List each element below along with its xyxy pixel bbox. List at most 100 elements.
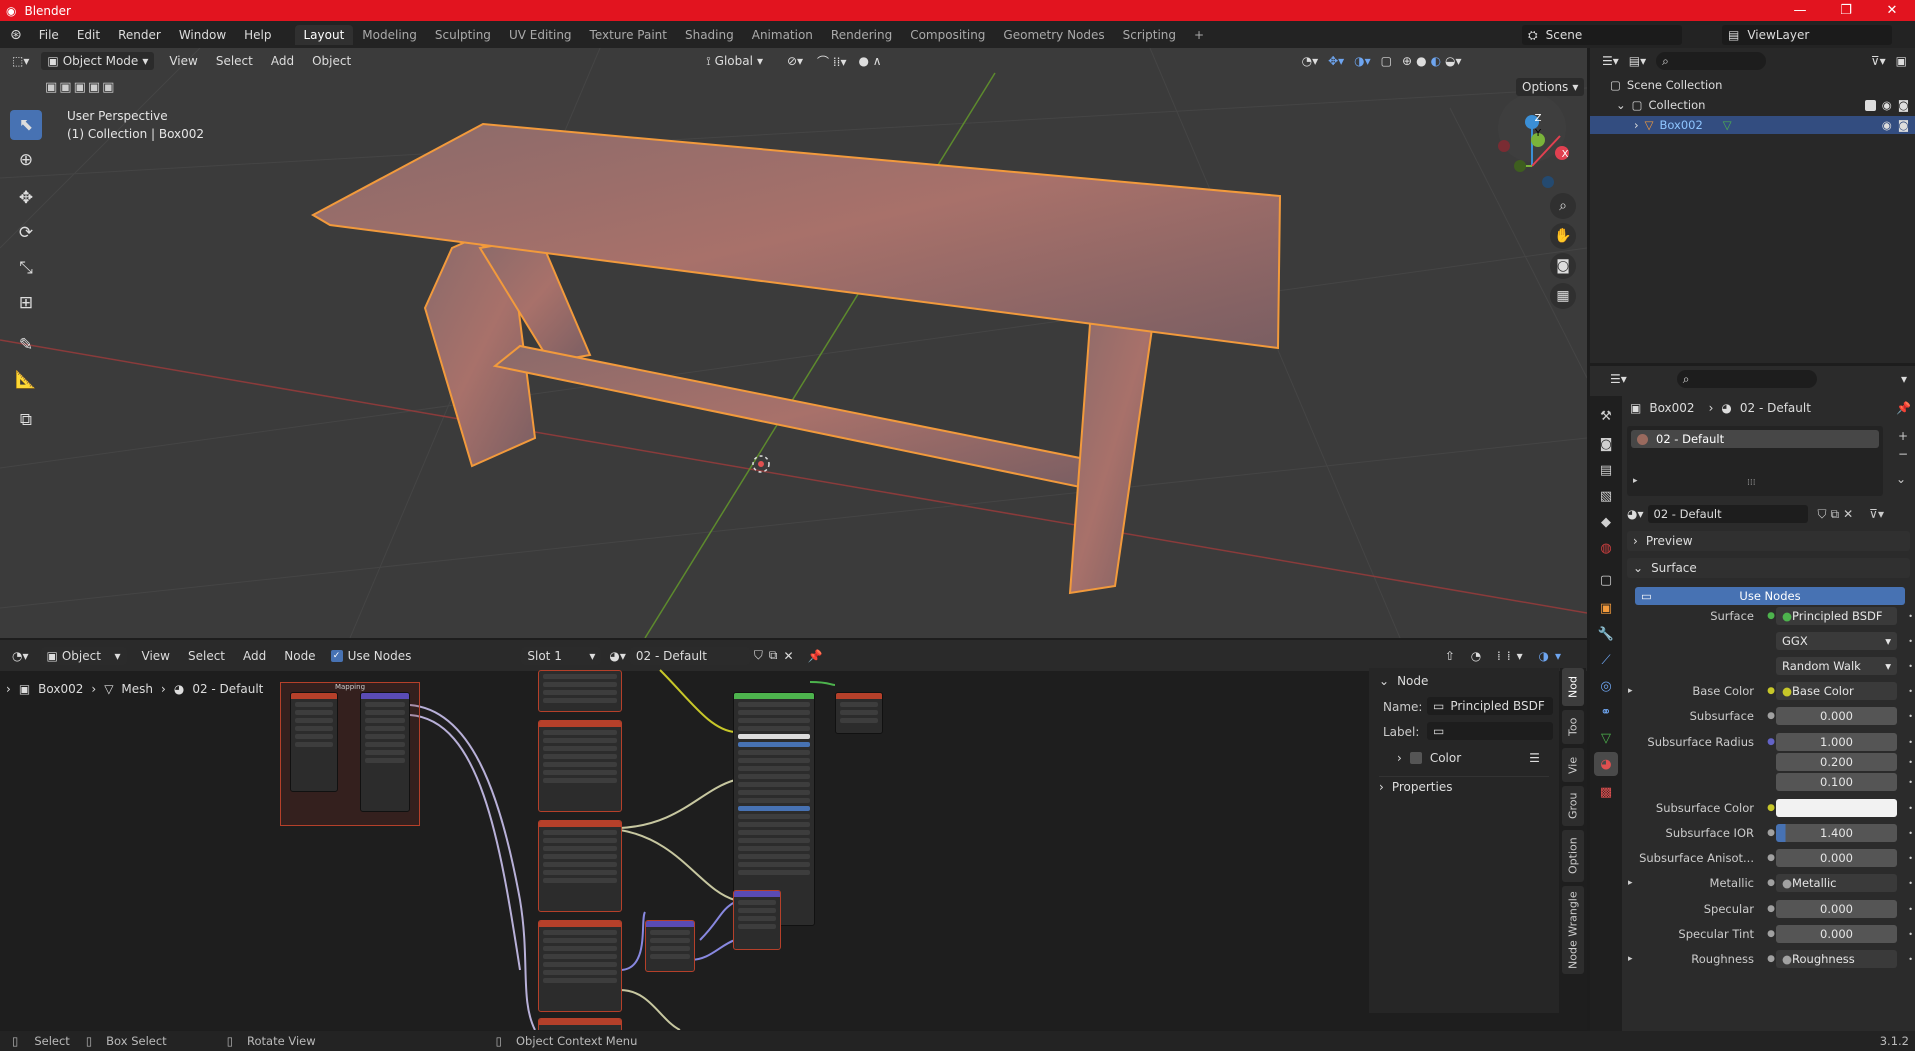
mesh-data-tab-icon[interactable]: ▽ [1594, 726, 1618, 750]
linked-input-field[interactable]: ● Roughness [1776, 950, 1897, 968]
outliner-search-input[interactable]: ⌕ [1656, 52, 1767, 70]
object-tab-icon[interactable]: ▣ [1594, 596, 1618, 620]
select-box-tool[interactable]: ⬉ [10, 110, 42, 140]
outliner-row-scene-collection[interactable]: ▢ Scene Collection [1610, 78, 1722, 92]
cursor-tool[interactable]: ⊕ [10, 145, 42, 175]
keyframe-dot-icon[interactable]: • [1897, 879, 1913, 888]
keyframe-dot-icon[interactable]: • [1897, 905, 1913, 914]
menu-render[interactable]: Render [109, 28, 170, 42]
node-label-field[interactable]: ▭ [1427, 722, 1553, 740]
fake-user-icon[interactable]: ⛉ [1818, 507, 1827, 522]
menu-help[interactable]: Help [235, 28, 280, 42]
material-browse-icon[interactable]: ◕▾ [1627, 507, 1644, 521]
add-cube-tool[interactable]: ⧉ [10, 405, 42, 435]
outliner-row-box002[interactable]: › ▽ Box002 ▽ ◉ ◙ [1590, 116, 1915, 134]
display-mode-icon[interactable]: ▤▾ [1629, 54, 1646, 68]
keyframe-dot-icon[interactable]: • [1897, 955, 1913, 964]
collection-tab-icon[interactable]: ▢ [1594, 568, 1618, 592]
normal-map-node[interactable] [645, 920, 695, 972]
camera-view-button[interactable]: ◙ [1550, 253, 1576, 279]
material-tab-icon[interactable]: ◕ [1594, 752, 1618, 776]
socket-dot-icon[interactable]: ● [1766, 803, 1776, 813]
view-layer-tab-icon[interactable]: ▧ [1594, 484, 1618, 508]
properties-editor[interactable]: ☰▾ ⌕ ▾ ⚒ ◙ ▤ ▧ ◆ ◍ ▢ ▣ 🔧 ⟋ ◎ ⚭ ▽ ◕ ▩ ▣ B… [1590, 366, 1915, 1031]
keyframe-dot-icon[interactable]: • [1897, 758, 1913, 767]
menu-edit[interactable]: Edit [68, 28, 109, 42]
tab-layout[interactable]: Layout [294, 24, 354, 45]
node-section-header[interactable]: ⌄ Node [1379, 674, 1428, 688]
particles-tab-icon[interactable]: ⟋ [1594, 648, 1618, 672]
shader-node-editor[interactable]: ◔▾ ▣ Object ▾ View Select Add Node ✓ Use No… [0, 640, 1587, 1030]
tab-texture-paint[interactable]: Texture Paint [581, 25, 676, 45]
properties-subpanel[interactable]: › Properties [1379, 776, 1549, 794]
socket-dot-icon[interactable]: ● [1766, 711, 1776, 721]
numeric-field[interactable]: 0.000 [1776, 707, 1897, 725]
keyframe-dot-icon[interactable]: • [1897, 612, 1913, 621]
tab-rendering[interactable]: Rendering [822, 25, 901, 45]
physics-tab-icon[interactable]: ◎ [1594, 674, 1618, 698]
move-tool[interactable]: ✥ [10, 183, 42, 213]
numeric-field[interactable]: 0.000 [1776, 849, 1897, 867]
material-slot-item[interactable]: 02 - Default [1631, 430, 1879, 448]
node-editor-right-icons[interactable]: ⇧ ◔ ⁞⁞▾ ◑▾ [1445, 649, 1567, 663]
minimize-button[interactable]: — [1777, 3, 1823, 18]
numeric-field[interactable]: 1.400 [1776, 824, 1897, 842]
exclude-checkbox[interactable] [1864, 99, 1876, 111]
keyframe-dot-icon[interactable]: • [1897, 712, 1913, 721]
viewport-menu-add[interactable]: Add [262, 54, 303, 68]
shading-wireframe-icon[interactable]: ⊕ [1402, 54, 1412, 68]
image-texture-node-bottom[interactable] [538, 1018, 622, 1030]
material-name-field[interactable]: 02 - Default [1647, 505, 1808, 523]
filter-icon[interactable]: ⊽▾ [1871, 54, 1886, 68]
color-subpanel[interactable]: › Color ☰ [1397, 751, 1540, 765]
selection-mode-icons[interactable]: ▣▣▣▣▣ [45, 80, 116, 95]
list-resize-handle-icon[interactable]: ⁞⁞⁞ [1747, 478, 1756, 488]
list-icon[interactable]: ☰ [1529, 751, 1540, 765]
tool-tab-icon[interactable]: ⚒ [1594, 404, 1618, 428]
socket-dot-icon[interactable]: ● [1766, 686, 1776, 696]
proportional-edit-icon[interactable]: ● ∧ [859, 54, 882, 68]
numeric-field[interactable]: 0.100 [1776, 773, 1897, 791]
image-texture-node-top[interactable] [538, 670, 622, 712]
camera-icon[interactable]: ◙ [1898, 118, 1909, 132]
pan-button[interactable]: ✋ [1550, 223, 1576, 249]
material-output-node[interactable] [835, 692, 883, 734]
numeric-field[interactable]: 1.000 [1776, 733, 1897, 751]
keyframe-dot-icon[interactable]: • [1897, 738, 1913, 747]
shading-rendered-icon[interactable]: ◒▾ [1445, 54, 1462, 68]
expand-arrow-icon[interactable]: ▸ [1628, 878, 1638, 888]
socket-dot-icon[interactable]: ● [1766, 611, 1776, 621]
image-texture-node-normal[interactable] [538, 920, 622, 1012]
chevron-right-icon[interactable]: › [1634, 118, 1639, 132]
displacement-node[interactable] [733, 890, 781, 950]
scene-selector[interactable]: ⛭ Scene [1522, 25, 1682, 45]
keyframe-dot-icon[interactable]: • [1897, 687, 1913, 696]
eye-icon[interactable]: ◉ [1882, 118, 1892, 132]
sidebar-tab-node[interactable]: Nod [1562, 668, 1584, 706]
duplicate-material-icon[interactable]: ⧉ [1831, 507, 1840, 522]
keyframe-dot-icon[interactable]: • [1897, 930, 1913, 939]
transform-tool[interactable]: ⊞ [10, 288, 42, 318]
navigation-gizmo[interactable] [1498, 94, 1569, 188]
color-checkbox[interactable] [1409, 752, 1422, 764]
options-chevron-icon[interactable]: ▾ [1901, 372, 1907, 386]
editor-type-icon[interactable]: ☰▾ [1610, 372, 1627, 386]
socket-dot-icon[interactable]: ● [1766, 737, 1776, 747]
surface-panel-header[interactable]: ⌄ Surface [1627, 558, 1910, 578]
tab-modeling[interactable]: Modeling [353, 25, 426, 45]
output-tab-icon[interactable]: ▤ [1594, 458, 1618, 482]
color-swatch[interactable] [1776, 799, 1897, 817]
tab-animation[interactable]: Animation [743, 25, 822, 45]
preview-panel-header[interactable]: › Preview [1627, 531, 1910, 551]
gizmo-toggle-icon[interactable]: ✥▾ [1328, 54, 1344, 68]
remove-slot-button[interactable]: − [1898, 447, 1908, 461]
viewport-menu-select[interactable]: Select [207, 54, 262, 68]
tab-sculpting[interactable]: Sculpting [426, 25, 500, 45]
numeric-field[interactable]: 0.200 [1776, 753, 1897, 771]
keyframe-dot-icon[interactable]: • [1897, 829, 1913, 838]
image-texture-node-roughness[interactable] [538, 820, 622, 912]
constraints-tab-icon[interactable]: ⚭ [1594, 700, 1618, 724]
orientation-dropdown[interactable]: ⟟ Global ▾ [700, 52, 769, 71]
slot-specials-button[interactable]: ⌄ [1896, 472, 1906, 486]
texture-coordinate-node[interactable] [290, 692, 338, 792]
